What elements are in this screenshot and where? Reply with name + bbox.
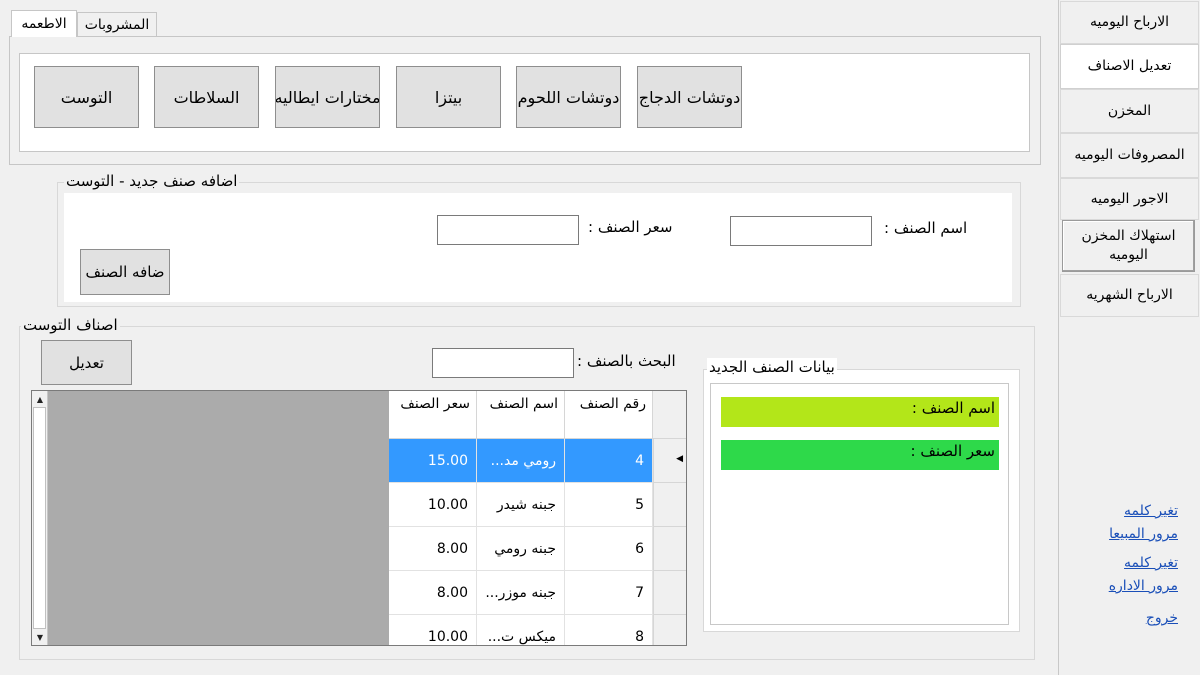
cell-price[interactable]: 8.00 [389, 571, 477, 615]
cell-name[interactable]: جبنه موزر... [477, 571, 565, 615]
item-name-label: اسم الصنف : [884, 219, 968, 237]
items-list-group-title: اصناف التوست [21, 316, 120, 334]
cell-name[interactable]: جبنه شيدر [477, 483, 565, 527]
search-input[interactable] [432, 348, 574, 378]
category-button-chicken-sandwiches[interactable]: دوتشات الدجاج [637, 66, 742, 128]
edit-button[interactable]: تعديل [41, 340, 132, 385]
nav-monthly-profits-button[interactable]: الارباح الشهريه [1060, 274, 1199, 317]
scroll-up-arrow-icon[interactable]: ▲ [33, 392, 47, 406]
search-label: البحث بالصنف : [577, 352, 676, 370]
cell-id[interactable]: 6 [565, 527, 653, 571]
cell-price[interactable]: 15.00 [389, 439, 477, 483]
cell-name[interactable]: ميكس ت... [477, 615, 565, 645]
category-button-salads[interactable]: السلاطات [154, 66, 259, 128]
add-item-panel [64, 193, 1012, 302]
item-name-input[interactable] [730, 216, 872, 246]
tab-drinks[interactable]: المشروبات [77, 12, 157, 36]
row-header[interactable] [653, 571, 686, 615]
grid-vertical-scrollbar[interactable]: ▲ ▼ [32, 391, 48, 645]
category-button-meat-sandwiches[interactable]: دوتشات اللحوم [516, 66, 621, 128]
new-item-price-display: سعر الصنف : [721, 440, 999, 470]
side-navigation: الارباح اليوميه تعديل الاصناف المخزن الم… [1058, 0, 1200, 675]
current-row-arrow-icon: ◀ [676, 454, 683, 464]
nav-daily-profits-button[interactable]: الارباح اليوميه [1060, 1, 1199, 44]
tab-food[interactable]: الاطعمه [11, 10, 77, 37]
nav-warehouse-button[interactable]: المخزن [1060, 89, 1199, 133]
cell-id[interactable]: 8 [565, 615, 653, 645]
column-header-name[interactable]: اسم الصنف [477, 391, 565, 439]
column-header-id[interactable]: رقم الصنف [565, 391, 653, 439]
new-item-data-title: بيانات الصنف الجديد [707, 358, 837, 376]
cell-id[interactable]: 4 [565, 439, 653, 483]
row-header[interactable] [653, 483, 686, 527]
category-button-toast[interactable]: التوست [34, 66, 139, 128]
row-header-corner [653, 391, 686, 439]
column-header-price[interactable]: سعر الصنف [389, 391, 477, 439]
row-header[interactable] [653, 615, 686, 645]
scroll-down-arrow-icon[interactable]: ▼ [33, 630, 47, 644]
nav-daily-stock-consumption-button[interactable]: استهلاك المخزن اليوميه [1062, 220, 1195, 272]
nav-edit-items-button[interactable]: تعديل الاصناف [1060, 44, 1199, 89]
change-sales-password-link[interactable]: تغير كلمه مرور المبيعا [1109, 500, 1178, 546]
item-price-label: سعر الصنف : [588, 218, 673, 236]
category-button-pizza[interactable]: بيتزا [396, 66, 501, 128]
new-item-name-display: اسم الصنف : [721, 397, 999, 427]
cell-price[interactable]: 10.00 [389, 483, 477, 527]
exit-link[interactable]: خروج [1146, 607, 1178, 630]
row-header[interactable] [653, 527, 686, 571]
row-header[interactable]: ◀ [653, 439, 686, 483]
category-button-italian-selections[interactable]: مختارات ايطاليه [275, 66, 380, 128]
cell-id[interactable]: 7 [565, 571, 653, 615]
nav-daily-expenses-button[interactable]: المصروفات اليوميه [1060, 133, 1199, 178]
cell-name[interactable]: رومي مد... [477, 439, 565, 483]
change-admin-password-link[interactable]: تغير كلمه مرور الاداره [1109, 552, 1178, 598]
cell-name[interactable]: جبنه رومي [477, 527, 565, 571]
scrollbar-thumb[interactable] [33, 407, 46, 629]
nav-daily-wages-button[interactable]: الاجور اليوميه [1060, 178, 1199, 220]
add-item-group-title: اضافه صنف جديد - التوست [64, 172, 240, 190]
cell-price[interactable]: 8.00 [389, 527, 477, 571]
add-item-button[interactable]: ضافه الصنف [80, 249, 170, 295]
items-data-grid[interactable]: ▲ ▼ سعر الصنف اسم الصنف رقم الصنف 15.00 … [31, 390, 687, 646]
item-price-input[interactable] [437, 215, 579, 245]
cell-id[interactable]: 5 [565, 483, 653, 527]
cell-price[interactable]: 10.00 [389, 615, 477, 645]
